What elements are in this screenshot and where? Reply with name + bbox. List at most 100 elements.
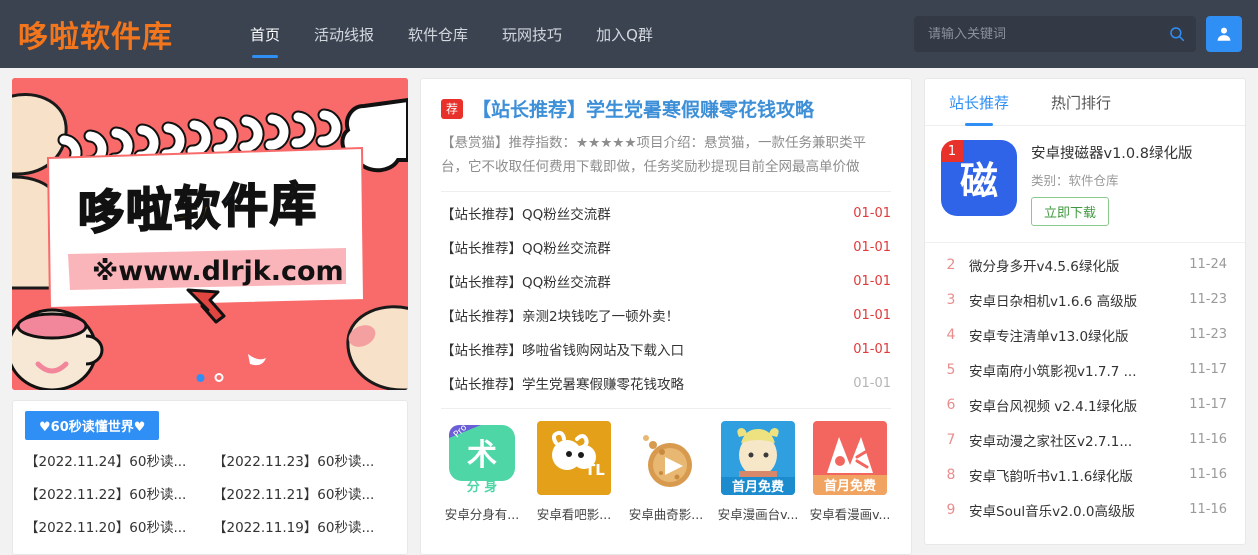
table-row[interactable]: 【站长推荐】学生党暑寒假赚零花钱攻略 01-01 <box>441 366 891 400</box>
carousel-dot-1[interactable] <box>196 373 205 382</box>
rank-title: 安卓Soul音乐v2.0.0高级版 <box>969 503 1135 520</box>
site-logo[interactable]: 哆啦软件库 <box>18 12 173 56</box>
list-item[interactable]: 【2022.11.23】60秒读... <box>213 450 395 470</box>
carousel-dot-2[interactable] <box>214 373 224 382</box>
user-account-button[interactable] <box>1206 16 1242 52</box>
site-header: 哆啦软件库 首页 活动线报 软件仓库 玩网技巧 加入Q群 <box>0 0 1258 68</box>
rank-date: 11-23 <box>1189 327 1227 342</box>
post-date: 01-01 <box>853 273 891 289</box>
rank-title: 安卓专注清单v13.0绿化版 <box>969 328 1129 345</box>
list-item[interactable]: 4 安卓专注清单v13.0绿化版 11-23 <box>925 317 1245 352</box>
list-item[interactable]: 5 安卓南府小筑影视v1.7.7 ... 11-17 <box>925 352 1245 387</box>
list-item[interactable]: 6 安卓台风视频 v2.4.1绿化版 11-17 <box>925 387 1245 422</box>
app-name: 安卓曲奇影... <box>628 507 704 523</box>
sixty-second-list: 【2022.11.24】60秒读... 【2022.11.23】60秒读... … <box>25 450 395 536</box>
list-item[interactable]: 2 微分身多开v4.5.6绿化版 11-24 <box>925 247 1245 282</box>
list-item[interactable]: 【2022.11.21】60秒读... <box>213 483 395 503</box>
post-date: 01-01 <box>853 375 891 391</box>
page-body: 哆 啦 软 件 库 ※www.dlrjk.com ♥60秒读懂世界♥ 【2022… <box>0 68 1258 555</box>
svg-text:首月免费: 首月免费 <box>824 478 876 494</box>
nav-item-qq-group[interactable]: 加入Q群 <box>579 0 670 68</box>
post-date: 01-01 <box>853 341 891 357</box>
featured-app-item[interactable]: 磁 1 安卓搜磁器v1.0.8绿化版 类别：软件仓库 立即下载 <box>925 126 1245 243</box>
post-list: 【站长推荐】QQ粉丝交流群 01-01 【站长推荐】QQ粉丝交流群 01-01 … <box>441 196 891 400</box>
list-item[interactable]: 3 安卓日杂相机v1.6.6 高级版 11-23 <box>925 282 1245 317</box>
post-title: 【站长推荐】QQ粉丝交流群 <box>441 207 611 224</box>
list-item[interactable]: 【2022.11.19】60秒读... <box>213 516 395 536</box>
main-content-card: 荐 【站长推荐】学生党暑寒假赚零花钱攻略 【悬赏猫】推荐指数：★★★★★项目介绍… <box>420 78 912 555</box>
app-name: 安卓看漫画v... <box>809 507 891 523</box>
post-title: 【站长推荐】学生党暑寒假赚零花钱攻略 <box>441 377 684 394</box>
featured-post-title[interactable]: 【站长推荐】学生党暑寒假赚零花钱攻略 <box>472 95 814 122</box>
rank-number: 5 <box>946 361 956 378</box>
hero-banner[interactable]: 哆 啦 软 件 库 ※www.dlrjk.com <box>12 78 408 390</box>
recommend-badge: 荐 <box>441 98 464 119</box>
rank-number: 9 <box>946 501 956 518</box>
nav-item-software[interactable]: 软件仓库 <box>391 0 485 68</box>
nav-item-home[interactable]: 首页 <box>233 0 297 68</box>
tab-hot-ranking[interactable]: 热门排行 <box>1045 79 1117 125</box>
featured-post-header: 荐 【站长推荐】学生党暑寒假赚零花钱攻略 <box>441 95 891 122</box>
rank-number: 6 <box>946 396 956 413</box>
svg-text:啦: 啦 <box>126 183 172 237</box>
list-item[interactable]: 【2022.11.24】60秒读... <box>25 450 207 470</box>
search-box[interactable] <box>914 16 1196 52</box>
sidebar-tabs: 站长推荐 热门排行 <box>925 79 1245 126</box>
search-input[interactable] <box>928 26 1168 42</box>
list-item[interactable]: 【2022.11.20】60秒读... <box>25 516 207 536</box>
rank-badge: 1 <box>941 140 963 162</box>
middle-column: 荐 【站长推荐】学生党暑寒假赚零花钱攻略 【悬赏猫】推荐指数：★★★★★项目介绍… <box>420 78 912 555</box>
left-column: 哆 啦 软 件 库 ※www.dlrjk.com ♥60秒读懂世界♥ 【2022… <box>12 78 408 555</box>
header-right-area <box>914 0 1242 68</box>
user-icon <box>1217 27 1231 41</box>
svg-text:件: 件 <box>222 179 268 233</box>
list-item[interactable]: 8 安卓飞韵听书v1.1.6绿化版 11-16 <box>925 457 1245 492</box>
tab-editor-picks[interactable]: 站长推荐 <box>943 79 1015 125</box>
post-title: 【站长推荐】亲测2块钱吃了一顿外卖！ <box>441 309 680 326</box>
svg-text:TL: TL <box>585 461 605 479</box>
app-icon-quqi <box>629 421 703 496</box>
app-icon-manhuatai: 首月免费 <box>721 421 795 496</box>
svg-text:分 身: 分 身 <box>467 479 498 495</box>
download-button[interactable]: 立即下载 <box>1031 197 1110 226</box>
list-item[interactable]: 7 安卓动漫之家社区v2.7.1... 11-16 <box>925 422 1245 457</box>
rank-date: 11-17 <box>1189 362 1227 377</box>
app-name: 安卓漫画台v... <box>717 507 799 523</box>
list-item[interactable]: 9 安卓Soul音乐v2.0.0高级版 11-16 <box>925 492 1245 527</box>
nav-item-activity[interactable]: 活动线报 <box>297 0 391 68</box>
post-title: 【站长推荐】QQ粉丝交流群 <box>441 275 611 292</box>
svg-text:※www.dlrjk.com: ※www.dlrjk.com <box>92 256 344 287</box>
featured-app-info: 安卓搜磁器v1.0.8绿化版 类别：软件仓库 立即下载 <box>1031 140 1229 226</box>
app-name: 安卓分身有... <box>444 507 520 523</box>
list-item[interactable]: 首月免费 安卓看漫画v... <box>809 421 891 523</box>
list-item[interactable]: 安卓曲奇影... <box>625 421 707 523</box>
svg-text:哆: 哆 <box>78 185 124 239</box>
rank-title: 安卓台风视频 v2.4.1绿化版 <box>969 398 1138 415</box>
sidebar-panel: 站长推荐 热门排行 磁 1 安卓搜磁器v1.0.8绿化版 类别：软件仓库 立即下… <box>924 78 1246 545</box>
rank-title: 安卓飞韵听书v1.1.6绿化版 <box>969 468 1133 485</box>
svg-text:术: 术 <box>467 438 497 473</box>
nav-item-tips[interactable]: 玩网技巧 <box>485 0 579 68</box>
list-item[interactable]: 首月免费 安卓漫画台v... <box>717 421 799 523</box>
rank-title: 安卓动漫之家社区v2.7.1... <box>969 433 1133 450</box>
rank-date: 11-16 <box>1189 432 1227 447</box>
rank-number: 4 <box>946 326 956 343</box>
app-icon-souciqi: 磁 1 <box>941 140 1017 216</box>
table-row[interactable]: 【站长推荐】QQ粉丝交流群 01-01 <box>441 230 891 264</box>
table-row[interactable]: 【站长推荐】QQ粉丝交流群 01-01 <box>441 264 891 298</box>
sixty-second-title: ♥60秒读懂世界♥ <box>25 411 160 440</box>
divider <box>441 408 891 410</box>
right-column: 站长推荐 热门排行 磁 1 安卓搜磁器v1.0.8绿化版 类别：软件仓库 立即下… <box>924 78 1246 555</box>
search-icon[interactable] <box>1168 25 1186 43</box>
main-nav: 首页 活动线报 软件仓库 玩网技巧 加入Q群 <box>233 0 670 68</box>
list-item[interactable]: Pro 术 分 身 安卓分身有... <box>441 421 523 523</box>
list-item[interactable]: 【2022.11.22】60秒读... <box>25 483 207 503</box>
app-icon-kanmanhua: 首月免费 <box>813 421 887 496</box>
list-item[interactable]: TL 安卓看吧影... <box>533 421 615 523</box>
table-row[interactable]: 【站长推荐】QQ粉丝交流群 01-01 <box>441 196 891 230</box>
rank-number: 2 <box>946 256 956 273</box>
table-row[interactable]: 【站长推荐】哆啦省钱购网站及下载入口 01-01 <box>441 332 891 366</box>
svg-text:磁: 磁 <box>960 159 998 203</box>
rank-date: 11-16 <box>1189 502 1227 517</box>
table-row[interactable]: 【站长推荐】亲测2块钱吃了一顿外卖！ 01-01 <box>441 298 891 332</box>
